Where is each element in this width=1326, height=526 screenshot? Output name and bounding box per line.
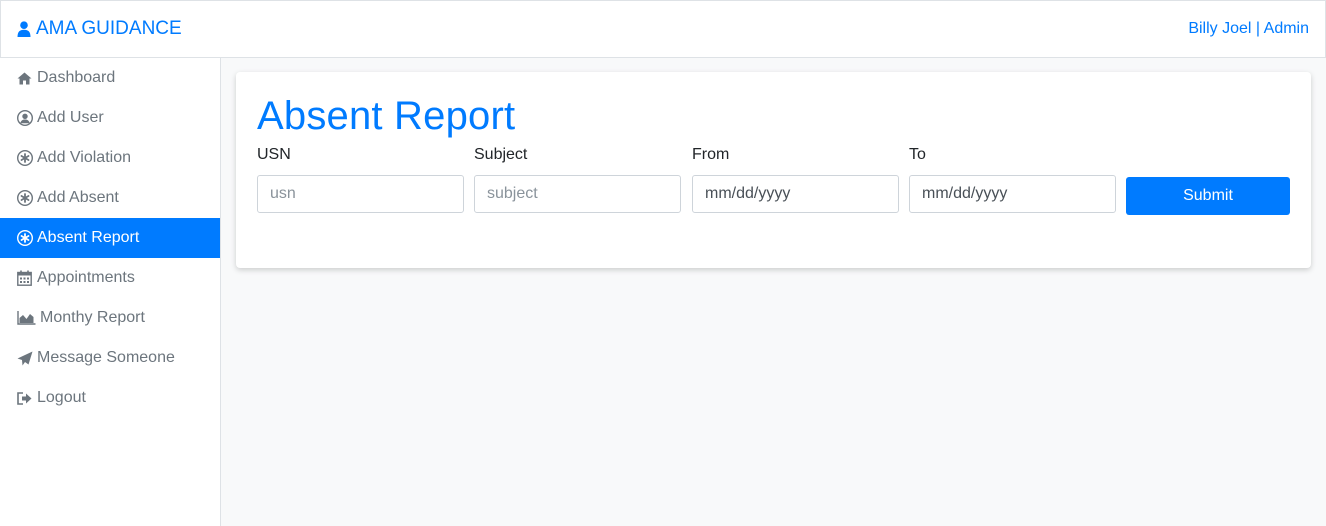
from-field-group: From	[692, 146, 899, 213]
sidebar-item-dashboard[interactable]: Dashboard	[0, 58, 220, 98]
sidebar-item-label: Add Absent	[37, 189, 119, 206]
to-date-input[interactable]	[909, 175, 1116, 213]
subject-field-group: Subject	[474, 146, 681, 213]
area-chart-icon	[16, 310, 36, 326]
home-icon	[16, 70, 33, 86]
absent-report-card: Absent Report USN Subject From To Submit	[236, 72, 1311, 268]
user-name-link[interactable]: Billy Joel	[1188, 20, 1251, 37]
brand-link[interactable]: AMA GUIDANCE	[17, 18, 182, 40]
to-label: To	[909, 146, 926, 163]
subject-input[interactable]	[474, 175, 681, 213]
sidebar-item-label: Add User	[37, 109, 104, 126]
sidebar-item-label: Message Someone	[37, 349, 175, 366]
top-navbar: AMA GUIDANCE Billy Joel | Admin	[0, 0, 1326, 58]
paper-plane-icon	[16, 350, 33, 366]
sidebar-item-add-absent[interactable]: Add Absent	[0, 178, 220, 218]
sidebar-item-message-someone[interactable]: Message Someone	[0, 338, 220, 378]
usn-input[interactable]	[257, 175, 464, 213]
sidebar-item-label: Logout	[37, 389, 86, 406]
asterisk-circle-icon	[16, 150, 33, 166]
from-date-input[interactable]	[692, 175, 899, 213]
usn-field-group: USN	[257, 146, 464, 213]
user-icon	[17, 21, 31, 37]
asterisk-circle-icon	[16, 190, 33, 206]
sidebar-item-absent-report[interactable]: Absent Report	[0, 218, 220, 258]
sidebar-item-logout[interactable]: Logout	[0, 378, 220, 418]
calendar-icon	[16, 270, 33, 286]
sidebar: Dashboard Add User Add Violation Add Abs…	[0, 58, 221, 526]
subject-label: Subject	[474, 146, 528, 163]
sidebar-item-label: Absent Report	[37, 229, 140, 246]
sidebar-item-appointments[interactable]: Appointments	[0, 258, 220, 298]
sidebar-item-label: Add Violation	[37, 149, 131, 166]
sidebar-item-add-violation[interactable]: Add Violation	[0, 138, 220, 178]
sign-out-icon	[16, 390, 33, 406]
sidebar-item-label: Appointments	[37, 269, 135, 286]
page-title: Absent Report	[257, 94, 516, 138]
usn-label: USN	[257, 146, 291, 163]
asterisk-circle-icon	[16, 230, 33, 246]
user-info: Billy Joel | Admin	[1188, 20, 1309, 38]
to-field-group: To	[909, 146, 1116, 213]
user-separator: |	[1251, 20, 1264, 37]
main-content: Absent Report USN Subject From To Submit	[221, 58, 1326, 526]
from-label: From	[692, 146, 730, 163]
sidebar-item-monthly-report[interactable]: Monthy Report	[0, 298, 220, 338]
user-role-link[interactable]: Admin	[1264, 20, 1309, 37]
brand-text: AMA GUIDANCE	[36, 18, 182, 39]
sidebar-item-label: Dashboard	[37, 69, 116, 86]
user-circle-icon	[16, 110, 33, 126]
submit-button[interactable]: Submit	[1126, 177, 1290, 215]
sidebar-item-label: Monthy Report	[40, 309, 145, 326]
sidebar-item-add-user[interactable]: Add User	[0, 98, 220, 138]
